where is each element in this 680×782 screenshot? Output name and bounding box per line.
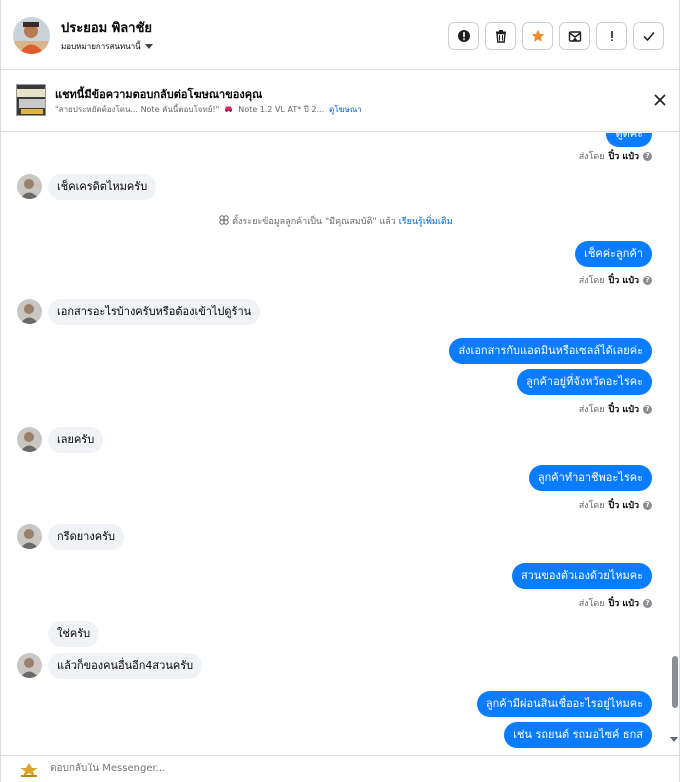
outgoing-message[interactable]: ลูกค้าอยู่ที่จังหวัดอะไรคะ [517, 369, 652, 395]
incoming-message[interactable]: เช็คเครดิตไหมครับ [48, 174, 157, 200]
thread-scrollbar[interactable] [669, 133, 679, 755]
star-button[interactable] [522, 22, 553, 50]
ad-product: Note 1.2 VL AT* ปี 2... [238, 105, 325, 114]
exclamation-icon [610, 31, 613, 41]
chevron-down-icon [144, 44, 153, 49]
contact-avatar-small[interactable] [17, 174, 42, 199]
incoming-message[interactable]: แล้วก็ของคนอื่นอีก4สวนครับ [48, 653, 203, 679]
delete-button[interactable] [485, 22, 516, 50]
contact-avatar-small[interactable] [17, 653, 42, 678]
contact-avatar-small[interactable] [17, 524, 42, 549]
mark-important-button[interactable] [448, 22, 479, 50]
chat-window: ประยอม พิลาชัย มอบหมายการสนทนานี้ แชทนี้… [0, 0, 680, 782]
assign-conversation-dropdown[interactable]: มอบหมายการสนทนานี้ [61, 40, 153, 53]
assign-label: มอบหมายการสนทนานี้ [61, 42, 141, 51]
outgoing-message[interactable]: ดูดีค่ะ [606, 133, 652, 147]
trash-icon [495, 30, 506, 43]
outgoing-message[interactable]: ลูกค้าทำอาชีพอะไรคะ [528, 465, 652, 491]
car-icon [224, 105, 233, 114]
info-icon[interactable]: ? [643, 500, 652, 510]
ad-quote: "สายประหยัดต้องโดน... Note คันนี้ตอบโจทย… [55, 105, 220, 114]
contact-avatar-small[interactable] [17, 299, 42, 324]
info-icon[interactable]: ? [643, 404, 652, 414]
page-logo-icon [19, 762, 39, 778]
sent-by-label: ส่งโดย ปิ๋ว แป๋ว? [579, 402, 652, 416]
contact-avatar-small[interactable] [17, 427, 42, 452]
system-message-text: ตั้งระยะข้อมูลลูกค้าเป็น "มีคุณสมบัติ" แ… [232, 217, 396, 227]
system-message: ตั้งระยะข้อมูลลูกค้าเป็น "มีคุณสมบัติ" แ… [1, 214, 671, 228]
outgoing-message[interactable]: เช่น รถยนต์ รถมอไซค์ ธกส [504, 722, 652, 748]
ad-banner-details: "สายประหยัดต้องโดน... Note คันนี้ตอบโจทย… [55, 103, 362, 116]
learn-more-link[interactable]: เรียนรู้เพิ่มเติม [399, 217, 453, 227]
contact-avatar[interactable] [13, 17, 50, 54]
message-thread: ดูดีค่ะ ส่งโดย ปิ๋ว แป๋ว? เช็คเครดิตไหมคร… [1, 133, 671, 755]
conversation-header: ประยอม พิลาชัย มอบหมายการสนทนานี้ [1, 0, 680, 70]
incoming-message[interactable]: ใช่ครับ [48, 621, 100, 647]
info-icon[interactable]: ? [643, 275, 652, 285]
qualified-tag-icon [219, 215, 232, 227]
sent-by-label: ส่งโดย ปิ๋ว แป๋ว? [579, 273, 652, 287]
ad-banner-title: แชทนี้มีข้อความตอบกลับต่อโฆษณาของคุณ [55, 88, 263, 101]
outgoing-message[interactable]: ส่งเอกสารกับแอดมินหรือเซลล์ได้เลยค่ะ [449, 338, 652, 364]
sent-by-label: ส่งโดย ปิ๋ว แป๋ว? [579, 498, 652, 512]
star-icon [531, 29, 544, 42]
exclamation-circle-icon [457, 30, 470, 42]
ad-reply-banner: แชทนี้มีข้อความตอบกลับต่อโฆษณาของคุณ "สา… [1, 70, 680, 132]
close-icon[interactable] [653, 93, 667, 107]
move-to-inbox-button[interactable] [559, 22, 590, 50]
view-ad-link[interactable]: ดูโฆษณา [329, 103, 362, 116]
scrollbar-thumb[interactable] [672, 656, 678, 708]
sent-by-label: ส่งโดย ปิ๋ว แป๋ว? [579, 149, 652, 163]
envelope-icon [568, 31, 581, 42]
checkmark-icon [642, 32, 655, 42]
incoming-message[interactable]: กรีดยางครับ [48, 524, 124, 550]
info-icon[interactable]: ? [643, 151, 652, 161]
scroll-down-arrow-icon[interactable] [670, 737, 678, 742]
incoming-message[interactable]: เอกสารอะไรบ้างครับหรือต้องเข้าไปดูร้าน [48, 299, 261, 325]
ad-thumbnail[interactable] [16, 84, 46, 116]
contact-name[interactable]: ประยอม พิลาชัย [61, 17, 152, 38]
outgoing-message[interactable]: เช็คค่ะลูกค้า [575, 241, 652, 267]
reply-input[interactable] [50, 763, 450, 774]
outgoing-message[interactable]: ลูกค้ามีผ่อนสินเชื่ออะไรอยู่ไหมคะ [476, 691, 652, 717]
mark-spam-button[interactable] [596, 22, 627, 50]
info-icon[interactable]: ? [643, 598, 652, 608]
outgoing-message[interactable]: สวนของตัวเองด้วยไหมคะ [511, 563, 652, 589]
sent-by-label: ส่งโดย ปิ๋ว แป๋ว? [579, 596, 652, 610]
header-actions [448, 22, 664, 50]
incoming-message[interactable]: เลยครับ [48, 427, 104, 453]
mark-done-button[interactable] [633, 22, 664, 50]
message-composer [1, 755, 680, 782]
